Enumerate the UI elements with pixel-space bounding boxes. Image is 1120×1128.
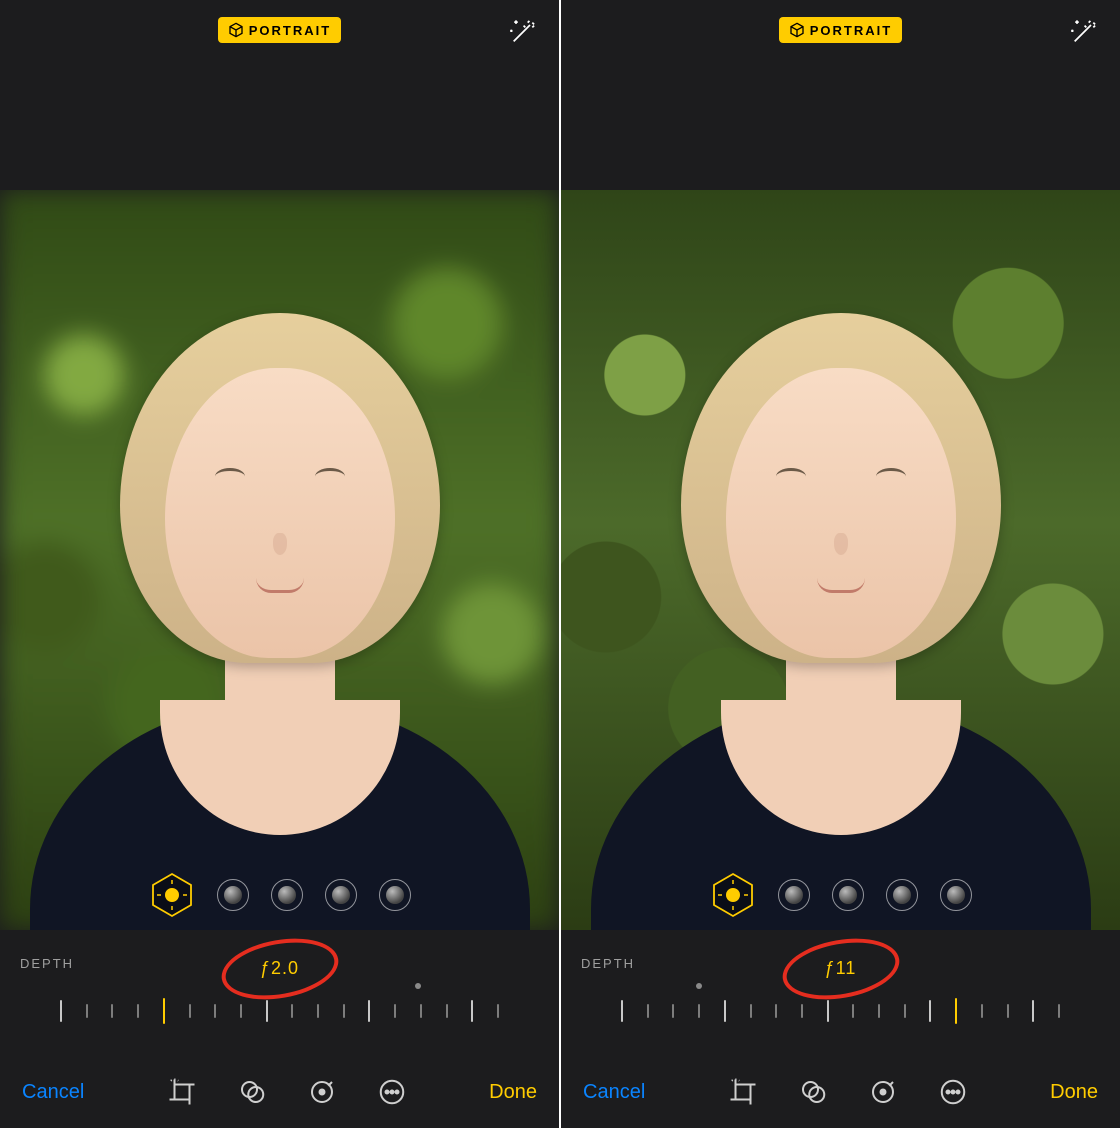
top-bar: PORTRAIT <box>561 0 1120 60</box>
lighting-style-picker[interactable] <box>710 872 972 918</box>
aperture-value: ƒ11 <box>815 954 867 983</box>
editor-pane-left: PORTRAIT <box>0 0 559 1128</box>
cube-icon <box>789 22 805 38</box>
filters-circles-icon[interactable] <box>798 1077 828 1107</box>
depth-control: DEPTH ƒ11 <box>561 930 1120 1031</box>
lighting-style-option[interactable] <box>379 879 411 911</box>
slider-tick <box>698 1004 700 1018</box>
slider-tick <box>929 1000 931 1022</box>
adjust-dial-icon[interactable] <box>307 1077 337 1107</box>
slider-tick <box>647 1004 649 1018</box>
header-space <box>561 60 1120 190</box>
hex-natural-light-icon[interactable] <box>149 872 195 918</box>
depth-control: DEPTH ƒ2.0 <box>0 930 559 1031</box>
slider-tick <box>1032 1000 1034 1022</box>
slider-tick <box>86 1004 88 1018</box>
tool-row <box>728 1077 968 1107</box>
bottom-toolbar: Cancel Done <box>561 1056 1120 1128</box>
editor-pane-right: PORTRAIT <box>561 0 1120 1128</box>
lighting-style-option[interactable] <box>886 879 918 911</box>
lighting-style-option[interactable] <box>217 879 249 911</box>
cancel-button[interactable]: Cancel <box>18 1075 88 1110</box>
tool-row <box>167 1077 407 1107</box>
lighting-style-option[interactable] <box>778 879 810 911</box>
adjust-dial-icon[interactable] <box>868 1077 898 1107</box>
top-bar: PORTRAIT <box>0 0 559 60</box>
slider-tick <box>904 1004 906 1018</box>
slider-tick <box>497 1004 499 1018</box>
photo-preview[interactable] <box>0 190 559 930</box>
portrait-mode-badge[interactable]: PORTRAIT <box>779 17 902 43</box>
slider-tick <box>111 1004 113 1018</box>
depth-slider[interactable] <box>581 991 1100 1031</box>
lighting-style-option[interactable] <box>940 879 972 911</box>
slider-tick <box>750 1004 752 1018</box>
photo-subject <box>30 313 530 930</box>
hex-natural-light-icon[interactable] <box>710 872 756 918</box>
slider-tick <box>724 1000 726 1022</box>
slider-tick <box>981 1004 983 1018</box>
slider-tick <box>471 1000 473 1022</box>
slider-tick <box>420 1004 422 1018</box>
slider-tick <box>368 1000 370 1022</box>
default-indicator-dot <box>415 983 421 989</box>
slider-tick <box>775 1004 777 1018</box>
lighting-style-option[interactable] <box>325 879 357 911</box>
slider-tick <box>343 1004 345 1018</box>
ellipsis-circle-icon[interactable] <box>938 1077 968 1107</box>
slider-tick <box>163 998 165 1024</box>
slider-tick <box>446 1004 448 1018</box>
slider-tick <box>827 1000 829 1022</box>
slider-tick <box>240 1004 242 1018</box>
lighting-style-picker[interactable] <box>149 872 411 918</box>
slider-tick <box>672 1004 674 1018</box>
slider-tick <box>266 1000 268 1022</box>
slider-tick <box>1058 1004 1060 1018</box>
cube-icon <box>228 22 244 38</box>
slider-tick <box>801 1004 803 1018</box>
slider-tick <box>317 1004 319 1018</box>
lighting-style-option[interactable] <box>271 879 303 911</box>
done-button[interactable]: Done <box>485 1075 541 1110</box>
header-space <box>0 60 559 190</box>
photo-subject <box>591 313 1091 930</box>
filters-circles-icon[interactable] <box>237 1077 267 1107</box>
slider-tick <box>214 1004 216 1018</box>
slider-tick <box>394 1004 396 1018</box>
slider-tick <box>621 1000 623 1022</box>
bottom-toolbar: Cancel Done <box>0 1056 559 1128</box>
lighting-style-option[interactable] <box>832 879 864 911</box>
mode-label: PORTRAIT <box>810 23 892 38</box>
ellipsis-circle-icon[interactable] <box>377 1077 407 1107</box>
cancel-button[interactable]: Cancel <box>579 1075 649 1110</box>
slider-tick <box>1007 1004 1009 1018</box>
mode-label: PORTRAIT <box>249 23 331 38</box>
done-button[interactable]: Done <box>1046 1075 1102 1110</box>
depth-slider[interactable] <box>20 991 539 1031</box>
portrait-mode-badge[interactable]: PORTRAIT <box>218 17 341 43</box>
slider-tick <box>137 1004 139 1018</box>
slider-tick <box>291 1004 293 1018</box>
slider-tick <box>878 1004 880 1018</box>
photo-preview[interactable] <box>561 190 1120 930</box>
magic-wand-icon[interactable] <box>509 18 537 46</box>
magic-wand-icon[interactable] <box>1070 18 1098 46</box>
crop-rotate-icon[interactable] <box>728 1077 758 1107</box>
slider-tick <box>955 998 957 1024</box>
aperture-value: ƒ2.0 <box>250 954 309 983</box>
slider-tick <box>60 1000 62 1022</box>
crop-rotate-icon[interactable] <box>167 1077 197 1107</box>
slider-tick <box>189 1004 191 1018</box>
default-indicator-dot <box>696 983 702 989</box>
slider-tick <box>852 1004 854 1018</box>
